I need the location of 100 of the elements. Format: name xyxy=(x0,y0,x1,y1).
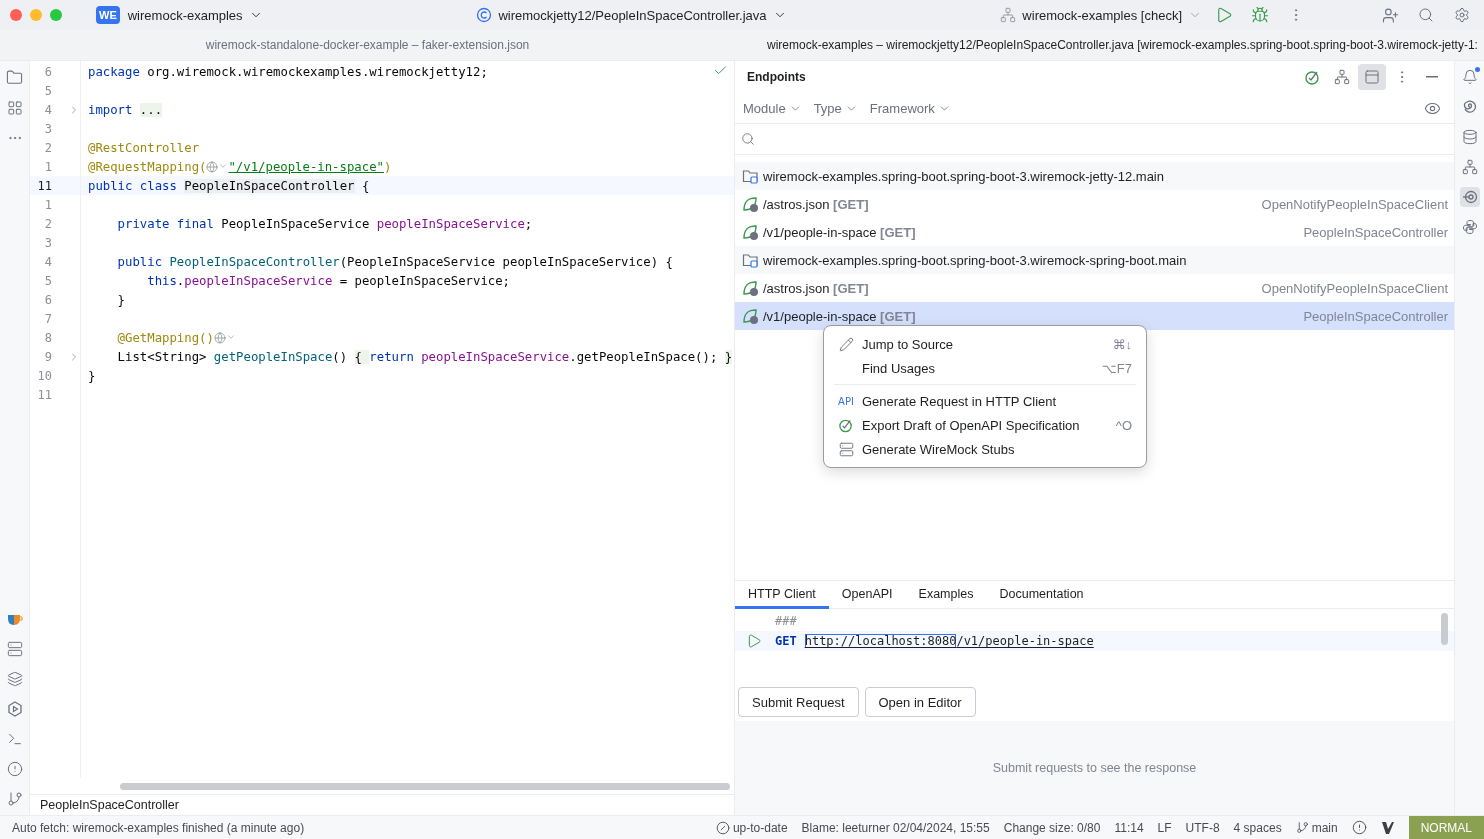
code-text: private final xyxy=(116,216,215,231)
tab[interactable]: OpenAPI xyxy=(828,581,906,609)
line-number: 8 xyxy=(43,330,52,345)
empty-state-text: Submit requests to see the response xyxy=(992,761,1197,775)
filter-dropdown[interactable]: Framework xyxy=(869,100,951,116)
action-button[interactable]: Open in Editor xyxy=(864,687,976,717)
code-text: public class xyxy=(88,178,178,193)
menu-item[interactable]: Generate WireMock Stubs xyxy=(824,437,1146,461)
structure-icon xyxy=(6,100,23,116)
line-number: 5 xyxy=(43,273,52,288)
line-number: 1 xyxy=(43,159,52,174)
endpoints-tool-button[interactable] xyxy=(1459,187,1480,207)
line-number: 10 xyxy=(36,368,52,383)
indent-setting[interactable]: 4 spaces xyxy=(1233,820,1282,835)
folder-icon xyxy=(742,168,759,184)
module-row[interactable]: wiremock-examples.spring-boot.spring-boot-3.wiremock-spring-boot.main xyxy=(735,246,1454,274)
folder-icon xyxy=(6,69,23,86)
code-text: List<String> xyxy=(116,349,208,364)
vcs-status[interactable]: up-to-date xyxy=(715,820,788,835)
code-text: PeopleInSpaceService xyxy=(221,216,371,231)
run-configuration-selector[interactable]: wiremock-examples [check] xyxy=(1000,7,1202,23)
line-number: 11 xyxy=(36,178,52,193)
line-number: 4 xyxy=(43,254,52,269)
globe-icon xyxy=(206,160,219,173)
code-text: ; xyxy=(524,216,533,231)
line-number: 4 xyxy=(43,102,52,117)
code-text: "/v1/people-in-space" xyxy=(228,159,384,174)
api-label: API xyxy=(838,395,854,407)
menu-item[interactable]: API Generate Request in HTTP Client xyxy=(824,389,1146,413)
class-icon xyxy=(476,7,493,23)
code-text: import xyxy=(88,102,134,117)
project-badge: WE xyxy=(96,6,120,24)
change-size[interactable]: Change size: 0/80 xyxy=(1003,820,1101,835)
layers-icon xyxy=(6,671,23,687)
code-text: org.wiremock.wiremockexamples.wiremockjetty12; xyxy=(146,64,488,79)
project-selector[interactable]: wiremock-examples xyxy=(127,7,263,23)
file-encoding[interactable]: UTF-8 xyxy=(1185,820,1220,835)
line-number: 3 xyxy=(43,235,52,250)
endpoint-icon xyxy=(1461,189,1478,205)
server-icon xyxy=(6,641,23,657)
code-text: { xyxy=(360,178,370,193)
folder-icon xyxy=(742,252,759,268)
code-text: peopleInSpaceService xyxy=(376,216,525,231)
line-number: 5 xyxy=(43,83,52,98)
editor-window-title: wiremock-examples – wiremockjetty12/PeopleInSpaceController.java [wiremock-examples.spring-boot.spring-boot-3.wiremock-jetty-1: xyxy=(766,37,1479,54)
code-text: peopleInSpaceService xyxy=(184,273,333,288)
code-text: . xyxy=(176,273,185,288)
code-text: = peopleInSpaceService; xyxy=(338,273,510,288)
filter-dropdown[interactable]: Module xyxy=(743,100,802,116)
search-icon xyxy=(741,132,755,146)
blame-info[interactable]: Blame: leeturner 02/04/2024, 15:55 xyxy=(801,820,990,835)
file-selector[interactable]: wiremockjetty12/PeopleInSpaceController.java xyxy=(476,7,787,23)
code-text: return xyxy=(369,349,415,364)
slash-circle-icon xyxy=(715,820,730,835)
code-text: PeopleInSpaceController xyxy=(184,178,355,193)
branch-icon xyxy=(1295,821,1309,834)
python-icon xyxy=(1461,219,1478,235)
menu-item[interactable]: Find Usages ⌥F7 xyxy=(824,356,1146,380)
menu-item[interactable]: Jump to Source ⌘↓ xyxy=(824,332,1146,356)
bug-icon xyxy=(1251,6,1269,24)
leaf-globe-icon xyxy=(742,307,759,325)
globe-icon xyxy=(213,331,226,344)
line-ending[interactable]: LF xyxy=(1157,820,1172,835)
tab[interactable]: HTTP Client xyxy=(735,581,829,609)
tab[interactable]: Examples xyxy=(905,581,987,609)
tab[interactable]: Documentation xyxy=(986,581,1097,609)
git-branch[interactable]: main xyxy=(1295,820,1338,835)
search-icon xyxy=(1418,7,1434,23)
cup-icon xyxy=(6,613,23,627)
line-number: 9 xyxy=(43,349,52,364)
code-text: @GetMapping() xyxy=(116,330,214,345)
breadcrumb[interactable]: PeopleInSpaceController xyxy=(40,798,179,812)
line-number: 2 xyxy=(43,140,52,155)
code-text: ... xyxy=(139,102,163,117)
code-text: () xyxy=(332,349,349,364)
action-button[interactable]: Submit Request xyxy=(738,687,859,717)
cursor-position[interactable]: 11:14 xyxy=(1114,820,1144,835)
line-number: 3 xyxy=(43,121,52,136)
code-text: @RequestMapping( xyxy=(88,159,207,174)
endpoint-row[interactable]: /v1/people-in-space [GET] PeopleInSpaceController xyxy=(735,302,1454,330)
menu-item[interactable]: Export Draft of OpenAPI Specification ^O xyxy=(824,413,1146,437)
layout-button[interactable] xyxy=(1358,64,1386,90)
code-text: peopleInSpaceService xyxy=(421,349,570,364)
bell-icon xyxy=(1461,69,1478,85)
code-text: (PeopleInSpaceService peopleInSpaceService) { xyxy=(339,254,673,269)
filter-dropdown[interactable]: Type xyxy=(813,100,858,116)
terminal-icon xyxy=(6,731,23,747)
code-text: package xyxy=(88,64,140,79)
code-text: } xyxy=(88,368,96,383)
settings-icon xyxy=(1454,7,1470,23)
maximize-window-button[interactable] xyxy=(50,9,62,21)
code-text: this xyxy=(146,273,177,288)
close-window-button[interactable] xyxy=(10,9,22,21)
target-icon xyxy=(1303,68,1321,86)
branch-icon xyxy=(6,791,23,807)
vim-logo-icon xyxy=(1380,820,1395,835)
module-row[interactable]: wiremock-examples.spring-boot.spring-boot-3.wiremock-jetty-12.main xyxy=(735,162,1454,190)
code-text: } xyxy=(724,349,733,364)
run-icon xyxy=(1215,6,1233,24)
code-comment: ### xyxy=(775,614,797,628)
